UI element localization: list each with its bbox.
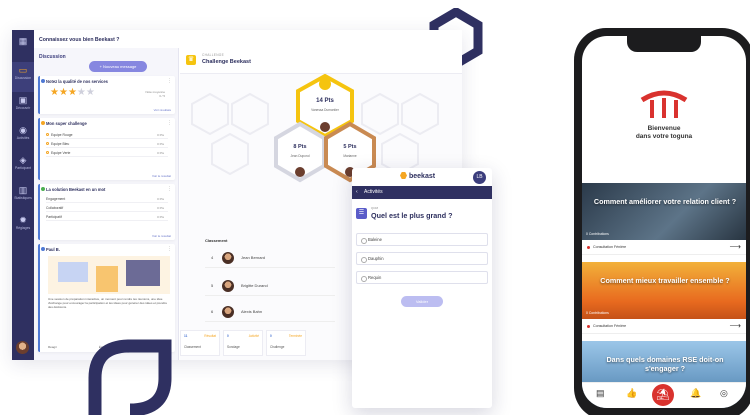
list-icon: ☰ (356, 208, 367, 219)
more-options-icon[interactable]: ⋮ (167, 186, 172, 192)
rating-card[interactable]: Notez la qualité de nos services ⋮ ★★★★★… (38, 76, 175, 114)
post-illustration (48, 256, 170, 294)
toguna-logo-icon (640, 90, 688, 118)
bottom-navigation: ▤ 👍 ⛱ 🔔 ◎ (582, 382, 746, 408)
first-place-name: Vanessa Dumontier (311, 108, 339, 112)
view-result-link[interactable]: Voir le résultat (152, 234, 171, 238)
list-item[interactable]: Equipe Verte 0 Pts (46, 149, 168, 157)
third-place-points: 5 Pts (343, 144, 357, 150)
table-row[interactable]: 5 Brigitte Durand (205, 276, 335, 296)
third-place-name: Marianne (343, 154, 357, 158)
question-text: Quel est le plus grand ? (371, 211, 453, 220)
table-row[interactable]: 6 Alexis Bahn (205, 302, 335, 322)
thumbs-up-icon[interactable]: 👍 (626, 388, 637, 399)
sidebar-item-activities[interactable]: ◉ Activités (12, 122, 34, 152)
user-avatar[interactable]: LB (473, 171, 486, 184)
toguna-home-button[interactable]: ⛱ (652, 384, 674, 406)
list-item[interactable]: Engagement 0 Pts (46, 195, 168, 203)
bar-chart-icon: ▥ (18, 185, 28, 195)
tab-classement[interactable]: 11 Résultat Classement (180, 330, 220, 356)
more-options-icon[interactable]: ⋮ (167, 78, 172, 84)
answer-option[interactable]: Requin (356, 271, 488, 284)
grid-icon[interactable]: ▦ (17, 36, 29, 46)
gear-icon: ✹ (19, 215, 27, 225)
welcome-text: Bienvenue dans votre toguna (635, 125, 693, 140)
consultation-card[interactable]: Comment mieux travailler ensemble ? 0 Co… (582, 262, 746, 334)
list-item[interactable]: Participatif 0 Pts (46, 213, 168, 221)
trophy-icon: ♛ (186, 55, 196, 65)
new-message-button[interactable]: + Nouveau message (89, 61, 147, 72)
avatar (222, 252, 234, 264)
second-place-points: 8 Pts (293, 144, 307, 150)
view-results-link[interactable]: Voir résultats (154, 108, 171, 112)
chat-icon: ▭ (18, 65, 28, 75)
sidebar-item-discussion[interactable]: ▭ Discussion (12, 62, 34, 92)
consultation-card[interactable]: Comment améliorer votre relation client … (582, 183, 746, 255)
discussion-column: Discussion + Nouveau message Notez la qu… (34, 48, 179, 360)
answer-option[interactable]: Baleine (356, 233, 488, 246)
challenge-card[interactable]: Mon super challenge ⋮ Equipe Rouge 0 Pts … (38, 118, 175, 180)
arrow-right-icon[interactable]: ⟶ (730, 321, 741, 330)
back-arrow-icon[interactable]: ‹ (356, 186, 358, 199)
gamepad-icon: ◉ (19, 125, 27, 135)
star-icon (41, 79, 45, 83)
post-card[interactable]: Paul B. ⋮ Une session de préparation int… (38, 244, 175, 352)
trophy-icon (41, 121, 45, 125)
arrow-right-icon[interactable]: ⟶ (730, 242, 741, 251)
book-icon[interactable]: ▤ (596, 388, 605, 399)
bell-icon[interactable]: 🔔 (690, 388, 701, 399)
discussion-heading: Discussion (39, 54, 66, 60)
sidebar-item-statistics[interactable]: ▥ Statistiques (12, 182, 34, 212)
sidebar-item-participants[interactable]: ◈ Participant (12, 152, 34, 182)
layers-icon: ◈ (19, 155, 27, 165)
list-item[interactable]: Equipe Bleu 0 Pts (46, 140, 168, 148)
phone-screen: Bienvenue dans votre toguna Comment amél… (582, 36, 746, 408)
sidebar-item-settings[interactable]: ✹ Réglages (12, 212, 34, 242)
author-icon (41, 247, 45, 251)
phone-notch (627, 36, 701, 52)
second-place-name: Jean Dupond (290, 154, 310, 158)
sidebar-item-discover[interactable]: ▣ Découvrir (12, 92, 34, 122)
validate-button[interactable]: Valider (401, 296, 443, 307)
hexagon-logo-icon (400, 172, 407, 179)
avatar[interactable] (16, 341, 29, 354)
more-options-icon[interactable]: ⋮ (167, 120, 172, 126)
star-rating[interactable]: ★★★★★ (50, 88, 95, 98)
cloud-icon (41, 187, 45, 191)
table-row[interactable]: 4 Jean Bernard (205, 248, 335, 268)
beekast-logo: beekast (400, 172, 435, 180)
beekast-activity-panel: beekast LB ‹ Activités ☰ QCM Quel est le… (352, 168, 492, 408)
page-title: Connaissez vous bien Beekast ? (39, 37, 120, 43)
phone-mockup: Bienvenue dans votre toguna Comment amél… (574, 28, 750, 415)
sidebar: ▦ ▭ Discussion ▣ Découvrir ◉ Activités ◈… (12, 30, 34, 360)
answer-option[interactable]: Dauphin (356, 252, 488, 265)
avatar (222, 280, 234, 292)
tab-challenge[interactable]: 0 Terminée Challenge (266, 330, 306, 356)
activity-tabs: 11 Résultat Classement 0 Activité Sondage 0T… (180, 330, 340, 358)
view-result-link[interactable]: Voir le résultat (152, 174, 171, 178)
tab-sondage[interactable]: 0 Activité Sondage (223, 330, 263, 356)
tv-icon: ▣ (18, 95, 28, 105)
react-button[interactable]: Réagir (48, 345, 57, 349)
activities-bar: ‹ Activités (352, 186, 492, 199)
challenge-header: ♛ CHALLENGE Challenge Beekast (180, 48, 462, 74)
first-place-points: 14 Pts (316, 98, 334, 104)
ranking-heading: Classement (205, 238, 228, 243)
more-options-icon[interactable]: ⋮ (167, 246, 172, 252)
decorative-leaf-shape (88, 339, 172, 415)
profile-icon[interactable]: ◎ (720, 388, 728, 399)
avatar (222, 306, 234, 318)
list-item[interactable]: Equipe Rouge 0 Pts (46, 131, 168, 139)
list-item[interactable]: Collaboratif 0 Pts (46, 204, 168, 212)
word-cloud-card[interactable]: La solution Beekast en un mot ⋮ Engageme… (38, 184, 175, 240)
